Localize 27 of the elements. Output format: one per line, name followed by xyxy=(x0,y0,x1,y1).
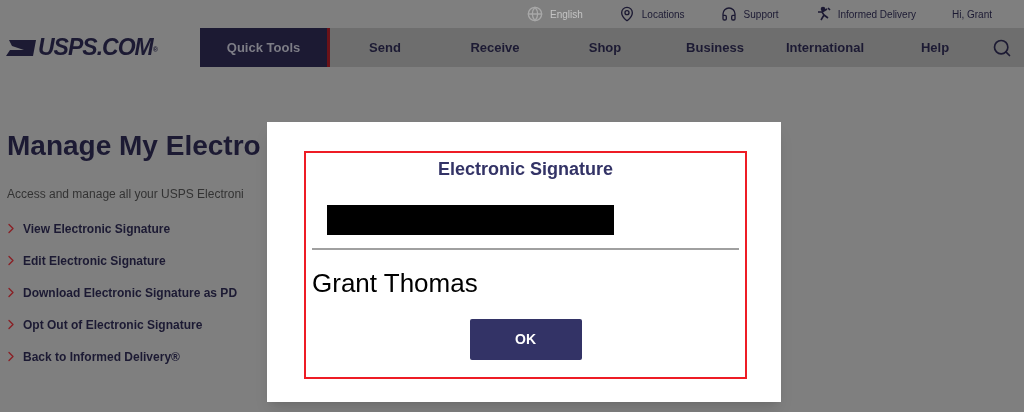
search-icon[interactable] xyxy=(992,37,1012,58)
page-link[interactable]: Download Electronic Signature as PD xyxy=(23,283,238,302)
page-link[interactable]: View Electronic Signature xyxy=(23,219,171,238)
ok-button[interactable]: OK xyxy=(469,319,582,360)
nav-tab[interactable]: Send xyxy=(330,28,440,67)
logo-text: USPS.COM$^{®}$ xyxy=(38,33,157,63)
page-link[interactable]: Opt Out of Electronic Signature xyxy=(23,315,203,334)
nav-tab[interactable]: International xyxy=(770,28,880,67)
nav-tab[interactable]: Shop xyxy=(550,28,660,67)
utility-link[interactable]: Informed Delivery xyxy=(837,6,916,22)
utility-link[interactable]: Locations xyxy=(641,6,685,22)
dialog-title: Electronic Signature xyxy=(436,158,614,181)
utility-link[interactable]: Support xyxy=(743,6,779,22)
greeting-link[interactable]: Hi, Grant xyxy=(952,6,992,22)
page-link[interactable]: Back to Informed Delivery® xyxy=(23,347,180,366)
nav-tab[interactable]: Quick Tools xyxy=(200,28,330,67)
nav-tab[interactable]: Receive xyxy=(440,28,550,67)
headset-icon xyxy=(720,6,737,22)
intro-text: Access and manage all your USPS Electroni xyxy=(7,186,245,203)
signature-name: Grant Thomas xyxy=(312,267,479,300)
nav-tab[interactable]: Business xyxy=(660,28,770,67)
globe-icon xyxy=(526,6,543,22)
map-pin-icon xyxy=(618,6,635,22)
nav-tab[interactable]: Help xyxy=(880,28,990,67)
page-heading: Manage My Electro xyxy=(7,129,262,163)
eagle-logo-icon xyxy=(6,39,36,56)
page-link[interactable]: Edit Electronic Signature xyxy=(23,251,166,270)
